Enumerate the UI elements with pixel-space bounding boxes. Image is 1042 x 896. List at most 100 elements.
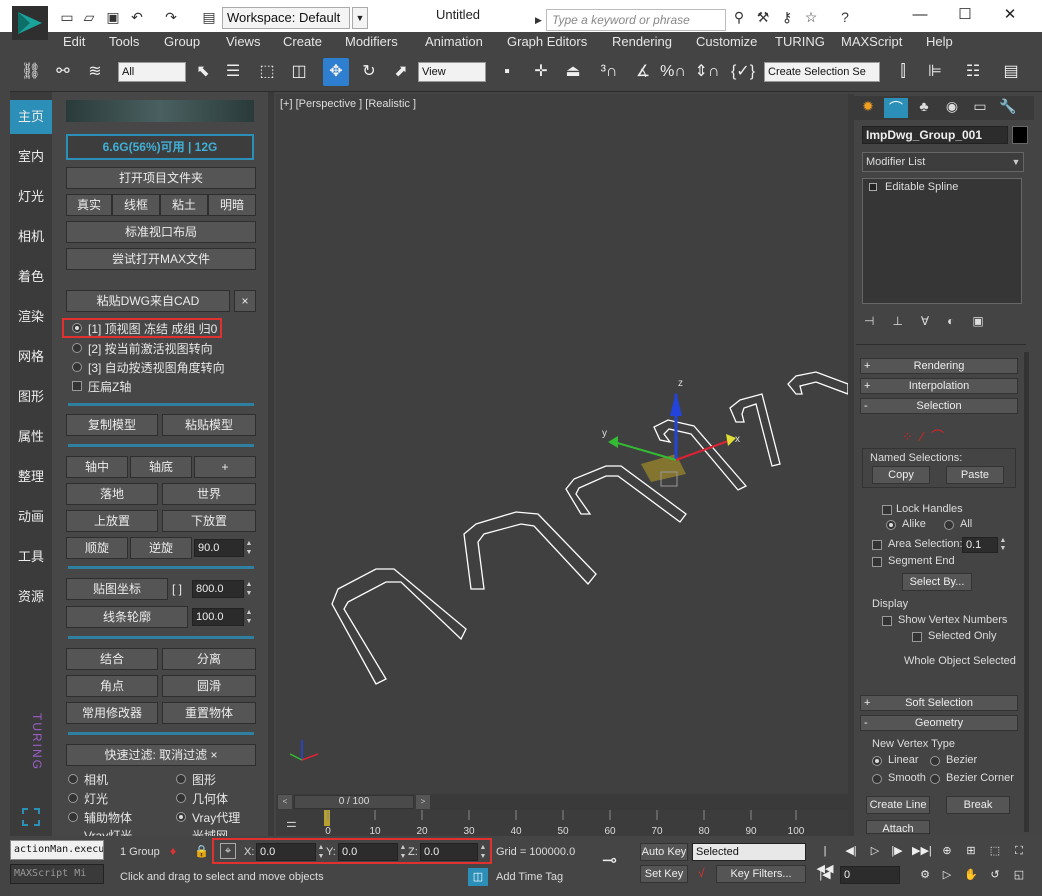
- expand-icon[interactable]: [869, 183, 877, 191]
- command-panel-scrollbar[interactable]: [1024, 352, 1029, 832]
- paste-dwg-from-cad-button[interactable]: 粘贴DWG来自CAD: [66, 290, 230, 312]
- sub-object-level-icons[interactable]: ⁘⁄⌒: [902, 426, 982, 444]
- radio-option-3[interactable]: [72, 362, 82, 372]
- selected-only-checkbox[interactable]: [912, 632, 922, 642]
- radio-option-1[interactable]: [72, 323, 82, 333]
- rollout-selection[interactable]: - Selection: [860, 398, 1018, 414]
- align-icon[interactable]: ⊫: [922, 58, 948, 86]
- time-config-icon[interactable]: ⚙: [916, 866, 934, 884]
- help-icon[interactable]: ?: [836, 8, 854, 26]
- pan-icon[interactable]: ✋: [962, 866, 980, 884]
- unlink-icon[interactable]: ⚯: [50, 58, 76, 86]
- y-spinner-icon[interactable]: ▲ ▼: [398, 843, 408, 861]
- show-vertex-numbers-checkbox[interactable]: [882, 616, 892, 626]
- tab-mesh[interactable]: 网格: [10, 340, 52, 374]
- open-file-icon[interactable]: ▱: [80, 8, 98, 26]
- view-shaded-button[interactable]: 明暗: [208, 194, 256, 216]
- area-selection-checkbox[interactable]: [872, 540, 882, 550]
- auto-key-button[interactable]: Auto Key: [640, 843, 688, 861]
- toggle-ribbon-icon[interactable]: ▤: [998, 58, 1024, 86]
- select-by-button[interactable]: Select By...: [902, 573, 972, 591]
- segment-end-checkbox[interactable]: [872, 557, 882, 567]
- uv-coordinates-button[interactable]: 贴图坐标: [66, 578, 168, 600]
- view-realistic-button[interactable]: 真实: [66, 194, 112, 216]
- maximize-viewport-icon[interactable]: ◱: [1010, 866, 1028, 884]
- tools-icon[interactable]: ⚒: [754, 8, 772, 26]
- workspace-menu-icon[interactable]: ▼: [352, 7, 368, 29]
- bezier-radio[interactable]: [930, 756, 940, 766]
- outline-width-field[interactable]: 100.0: [192, 608, 244, 626]
- attach-button[interactable]: Attach: [866, 820, 930, 834]
- menu-help[interactable]: Help: [926, 34, 953, 49]
- reset-object-button[interactable]: 重置物体: [162, 702, 256, 724]
- tab-render[interactable]: 渲染: [10, 300, 52, 334]
- manipulate-icon[interactable]: ✛: [528, 58, 554, 86]
- z-coordinate-field[interactable]: 0.0: [420, 843, 478, 861]
- menu-edit[interactable]: Edit: [63, 34, 85, 49]
- bezier-corner-radio[interactable]: [930, 774, 940, 784]
- x-spinner-icon[interactable]: ▲ ▼: [316, 843, 326, 861]
- expand-icon[interactable]: +: [864, 359, 870, 373]
- mirror-icon[interactable]: ⫿: [890, 58, 916, 86]
- menu-animation[interactable]: Animation: [425, 34, 483, 49]
- modifier-list-dropdown[interactable]: Modifier List: [862, 152, 1024, 172]
- try-open-max-file-button[interactable]: 尝试打开MAX文件: [66, 248, 256, 270]
- copy-model-button[interactable]: 复制模型: [66, 414, 158, 436]
- add-time-tag[interactable]: Add Time Tag: [496, 871, 563, 883]
- linear-radio[interactable]: [872, 756, 882, 766]
- flatten-z-checkbox[interactable]: [72, 381, 82, 391]
- percent-snap-icon[interactable]: %∩: [660, 58, 686, 86]
- break-button[interactable]: Break: [946, 796, 1010, 814]
- menu-graph-editors[interactable]: Graph Editors: [507, 34, 587, 49]
- play-icon[interactable]: ▷: [866, 842, 884, 860]
- expand-icon[interactable]: +: [864, 696, 870, 710]
- link-icon[interactable]: ⛓: [18, 58, 44, 86]
- collapse-icon[interactable]: -: [864, 716, 868, 730]
- menu-maxscript[interactable]: MAXScript: [841, 34, 902, 49]
- object-name-field[interactable]: ImpDwg_Group_001: [862, 126, 1008, 144]
- named-selection-set-dropdown[interactable]: Create Selection Se: [764, 62, 880, 82]
- lock-icon[interactable]: 🔒: [194, 844, 209, 860]
- paste-selection-button[interactable]: Paste: [946, 466, 1004, 484]
- rollout-soft-selection[interactable]: + Soft Selection: [860, 695, 1018, 711]
- curve-editor-icon[interactable]: ⚌: [286, 816, 306, 832]
- menu-rendering[interactable]: Rendering: [612, 34, 672, 49]
- undo-icon[interactable]: ↶: [128, 8, 146, 26]
- filter-shape-radio[interactable]: [176, 774, 186, 784]
- time-slider[interactable]: < 0 / 100 >: [276, 794, 848, 810]
- standard-viewport-layout-button[interactable]: 标准视口布局: [66, 221, 256, 243]
- zoom-extents-icon[interactable]: ⬚: [986, 842, 1004, 860]
- bind-spacewarp-icon[interactable]: ≋: [82, 58, 108, 86]
- chevron-down-icon[interactable]: ▼: [1008, 153, 1024, 171]
- x-coordinate-field[interactable]: 0.0: [256, 843, 316, 861]
- attach-button[interactable]: 结合: [66, 648, 158, 670]
- utilities-tab-icon[interactable]: 🔧: [996, 98, 1020, 118]
- object-color-swatch[interactable]: [1012, 126, 1028, 144]
- create-line-button[interactable]: Create Line: [866, 796, 930, 814]
- create-tab-icon[interactable]: ✹: [856, 98, 880, 118]
- place-down-button[interactable]: 下放置: [162, 510, 256, 532]
- select-rotate-icon[interactable]: ↻: [356, 58, 382, 86]
- default-tangent-icon[interactable]: √: [698, 866, 712, 882]
- track-bar[interactable]: 0 10 20 30 40 50 60 70 80 90 100 ⚌: [276, 810, 848, 836]
- select-object-icon[interactable]: ⬉: [190, 58, 216, 86]
- key-filters-button[interactable]: Key Filters...: [716, 865, 806, 883]
- region-select-icon[interactable]: [22, 808, 40, 826]
- keyboard-shortcut-icon[interactable]: ⏏: [560, 58, 586, 86]
- tab-lights[interactable]: 灯光: [10, 180, 52, 214]
- pivot-center-button[interactable]: 轴中: [66, 456, 128, 478]
- filter-camera-radio[interactable]: [68, 774, 78, 784]
- window-crossing-icon[interactable]: ◫: [286, 58, 312, 86]
- pivot-plus-button[interactable]: +: [194, 456, 256, 478]
- zoom-extents-all-icon[interactable]: ⛶: [1010, 842, 1028, 860]
- search-input[interactable]: Type a keyword or phrase: [546, 9, 726, 31]
- orbit-icon[interactable]: ↺: [986, 866, 1004, 884]
- maximize-button[interactable]: ☐: [949, 4, 981, 28]
- edit-named-selection-icon[interactable]: {✓}: [730, 58, 756, 86]
- all-radio[interactable]: [944, 520, 954, 530]
- z-spinner-icon[interactable]: ▲ ▼: [478, 843, 488, 861]
- absolute-mode-icon[interactable]: ⌖: [220, 843, 236, 859]
- rect-selection-icon[interactable]: ⬚: [254, 58, 280, 86]
- key-icon[interactable]: ⚷: [778, 8, 796, 26]
- max-logo-icon[interactable]: [12, 6, 48, 40]
